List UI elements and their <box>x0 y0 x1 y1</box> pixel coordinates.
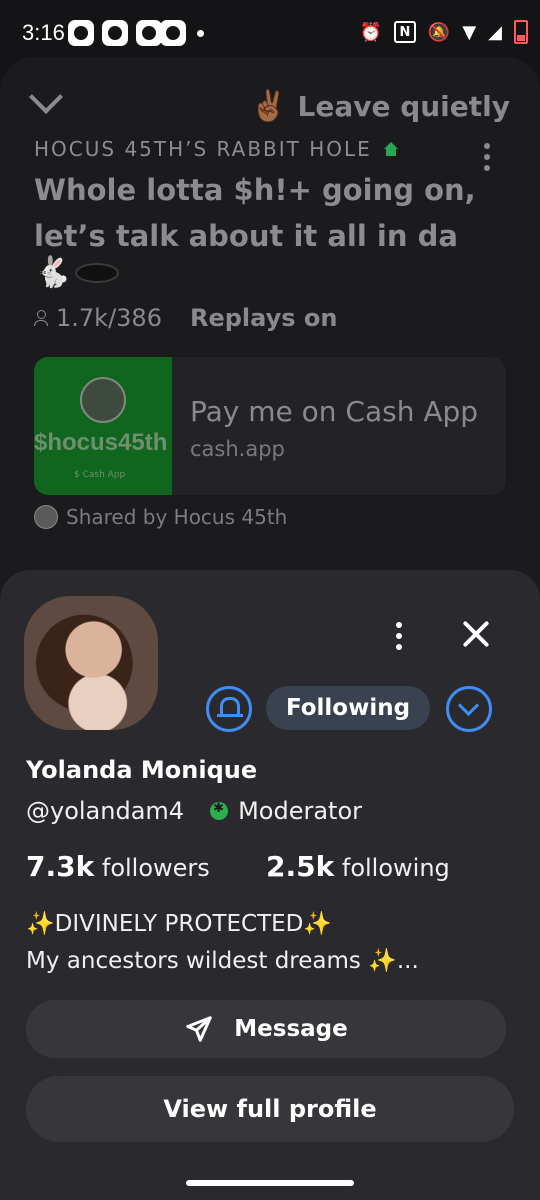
gesture-home-bar[interactable] <box>186 1180 354 1186</box>
person-icon <box>34 310 48 326</box>
listener-count-value: 1.7k/386 <box>56 304 162 332</box>
status-icons: ⏰ N 🔕 ▼ ◢ <box>359 18 528 46</box>
cashapp-avatar <box>80 377 126 423</box>
avatar[interactable] <box>24 596 158 730</box>
notification-icon <box>68 20 94 46</box>
followers-stat[interactable]: 7.3k followers <box>26 850 210 883</box>
sparkles-icon: ✨ <box>368 948 397 974</box>
bio-line-2: My ancestors wildest dreams ✨... <box>26 947 419 974</box>
cashapp-caption: $ Cash App <box>74 470 126 480</box>
sparkles-icon: ✨ <box>303 911 333 937</box>
battery-low-icon <box>514 20 528 44</box>
nfc-icon: N <box>393 21 416 43</box>
following-label: following <box>341 854 450 882</box>
profile-handle-row: @yolandam4 Moderator <box>26 797 362 825</box>
wifi-icon: ▼ <box>462 21 477 43</box>
close-icon[interactable] <box>462 620 490 648</box>
message-button[interactable]: Message <box>26 1000 506 1058</box>
hole-icon <box>75 262 120 283</box>
room-title-emoji: 🐇 <box>34 255 120 290</box>
status-bar: 3:16 ⏰ N 🔕 ▼ ◢ <box>0 0 540 62</box>
following-button[interactable]: Following <box>266 686 430 730</box>
following-count: 2.5k <box>266 850 335 883</box>
notification-icon <box>160 20 186 46</box>
message-label: Message <box>234 1016 348 1042</box>
following-stat[interactable]: 2.5k following <box>266 850 450 883</box>
listener-count: 1.7k/386 <box>34 304 162 332</box>
clock: 3:16 <box>22 20 65 45</box>
signal-icon: ◢ <box>488 21 502 43</box>
bell-off-icon: 🔕 <box>427 21 451 43</box>
followers-count: 7.3k <box>26 850 95 883</box>
moderator-label: Moderator <box>238 797 362 825</box>
notification-icon <box>136 20 162 46</box>
club-name: HOCUS 45TH’S RABBIT HOLE <box>34 137 372 161</box>
bio-ellipsis: ... <box>396 948 419 974</box>
sharer-avatar <box>34 505 58 529</box>
cashtag: $hocus45th <box>34 429 168 456</box>
send-icon <box>184 1014 214 1044</box>
more-notifications-dot <box>197 30 204 37</box>
link-thumbnail: $hocus45th $ Cash App <box>34 357 172 495</box>
victory-hand-icon: ✌🏾 <box>250 89 288 124</box>
shared-by-label: Shared by Hocus 45th <box>66 505 288 529</box>
house-icon <box>383 142 398 156</box>
club-name-link[interactable]: HOCUS 45TH’S RABBIT HOLE <box>34 137 398 161</box>
leave-quietly-button[interactable]: ✌🏾 Leave quietly <box>250 89 510 124</box>
chevron-down-icon[interactable] <box>29 80 63 114</box>
profile-sheet: Following Yolanda Monique @yolandam4 Mod… <box>0 570 540 1200</box>
replays-status: Replays on <box>189 304 338 332</box>
shared-link-card[interactable]: $hocus45th $ Cash App Pay me on Cash App… <box>34 357 506 495</box>
link-domain: cash.app <box>190 437 285 461</box>
room-title: Whole lotta $h!+ going on, let’s talk ab… <box>34 173 476 253</box>
notification-icon <box>102 20 128 46</box>
bio-line-1-text: DIVINELY PROTECTED <box>54 911 304 937</box>
shared-by: Shared by Hocus 45th <box>34 505 287 529</box>
room-stats: 1.7k/386 Replays on <box>34 304 337 332</box>
link-title: Pay me on Cash App <box>190 395 479 428</box>
profile-more-options-button[interactable] <box>396 622 402 655</box>
bell-icon <box>217 697 243 717</box>
bio-line-2-text: My ancestors wildest dreams <box>26 948 361 974</box>
leave-quietly-label: Leave quietly <box>297 90 510 123</box>
profile-handle: @yolandam4 <box>26 797 185 825</box>
followers-label: followers <box>101 854 210 882</box>
view-full-profile-button[interactable]: View full profile <box>26 1076 514 1142</box>
bio-line-1: ✨DIVINELY PROTECTED✨ <box>26 910 332 937</box>
alarm-icon: ⏰ <box>359 21 382 43</box>
notification-bell-button[interactable] <box>206 686 252 732</box>
chevron-down-icon[interactable] <box>446 686 492 732</box>
moderator-icon <box>210 801 229 820</box>
sparkles-icon: ✨ <box>26 911 55 937</box>
profile-name: Yolanda Monique <box>26 756 258 784</box>
rabbit-icon: 🐇 <box>34 255 72 290</box>
